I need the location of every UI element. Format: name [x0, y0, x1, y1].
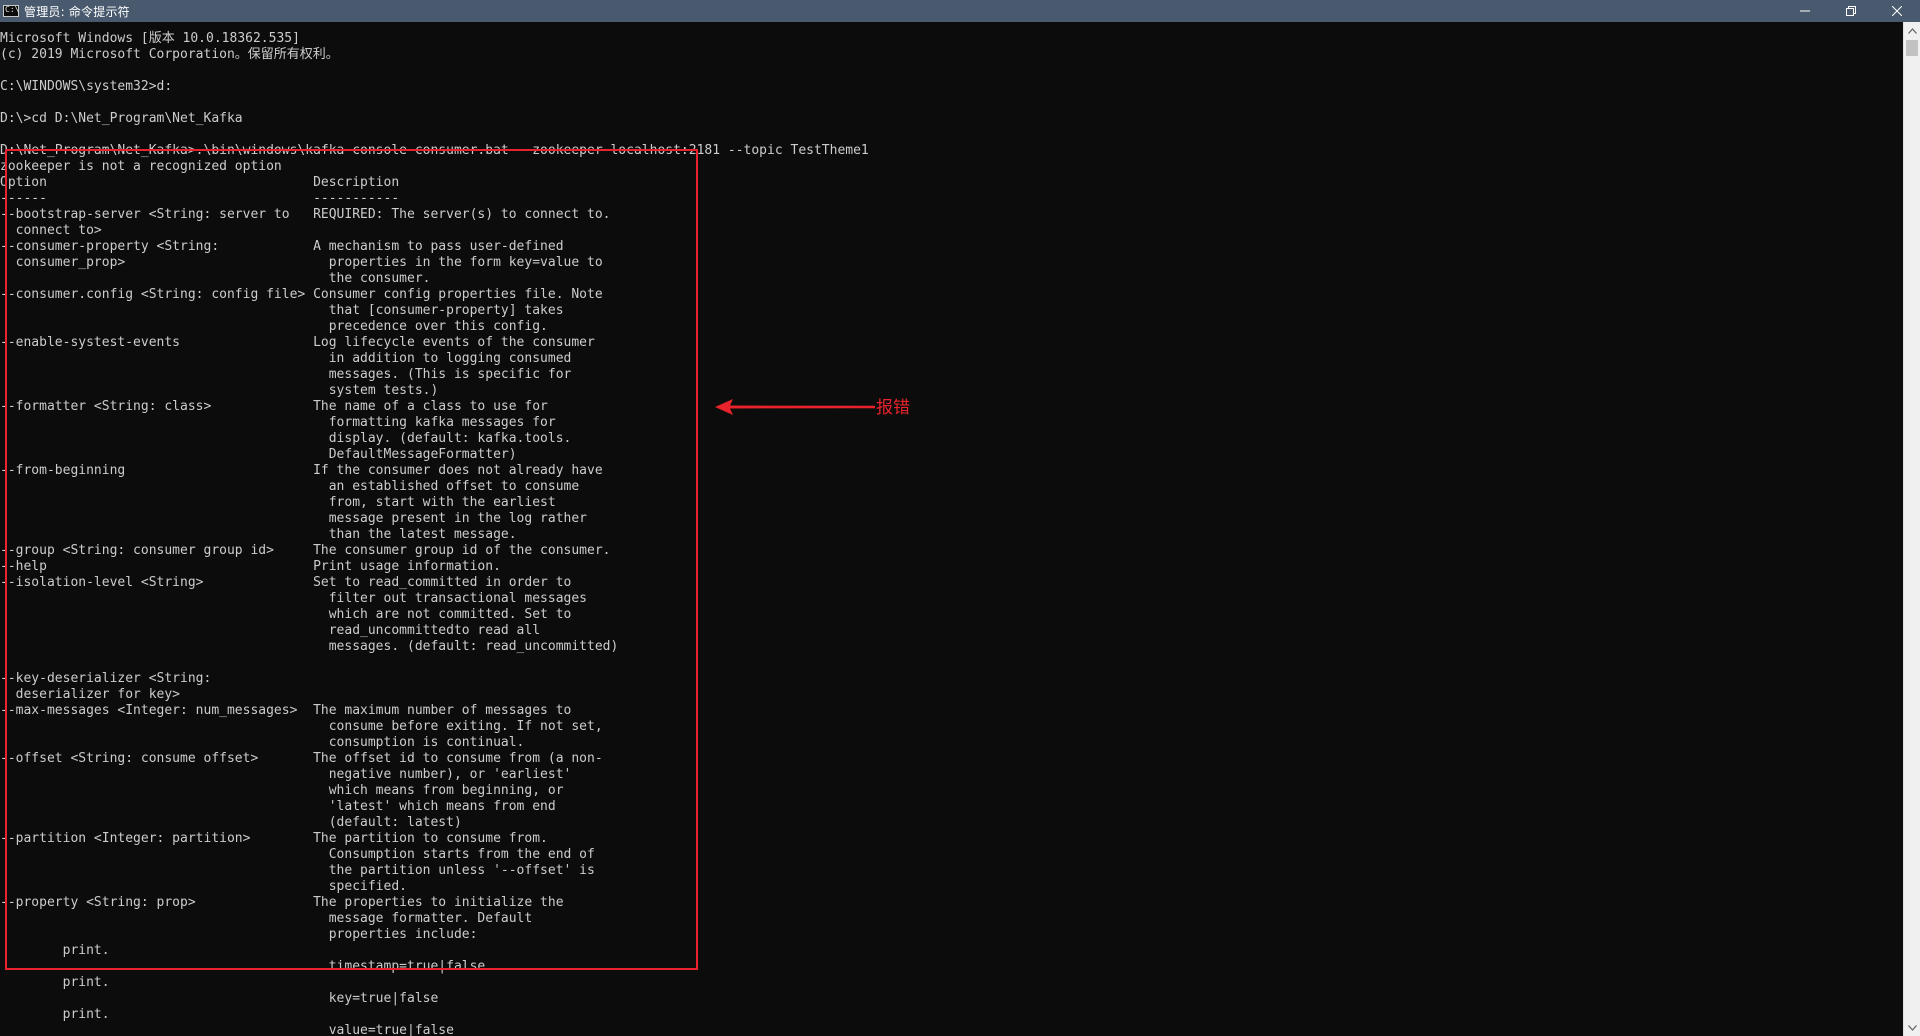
console-line: print.: [0, 1007, 110, 1022]
console-line: from, start with the earliest: [0, 495, 556, 510]
console-line: --from-beginning If the consumer does no…: [0, 463, 603, 478]
console-line: Option Description: [0, 175, 400, 190]
console-line: --partition <Integer: partition> The par…: [0, 831, 548, 846]
console-line: ------ -----------: [0, 191, 400, 206]
console-line: (default: latest): [0, 815, 462, 830]
console-line: value=true|false: [0, 1023, 454, 1036]
console-line: in addition to logging consumed: [0, 351, 572, 366]
console-line: filter out transactional messages: [0, 591, 587, 606]
close-button[interactable]: [1874, 0, 1920, 22]
scroll-down-button[interactable]: [1904, 1019, 1920, 1036]
scroll-thumb[interactable]: [1906, 40, 1918, 56]
console-line: --key-deserializer <String:: [0, 671, 212, 686]
command-prompt-window: C:\ 管理员: 命令提示符 Microsoft Windows [版本 10.…: [0, 0, 1920, 1036]
console-line: properties include:: [0, 927, 478, 942]
console-line: --group <String: consumer group id> The …: [0, 543, 611, 558]
vertical-scrollbar[interactable]: [1903, 22, 1920, 1036]
minimize-button[interactable]: [1782, 0, 1828, 22]
console-line: deserializer for key>: [0, 687, 181, 702]
console-line: Microsoft Windows [版本 10.0.18362.535]: [0, 31, 300, 46]
window-title: 管理员: 命令提示符: [24, 4, 130, 19]
console-line: --max-messages <Integer: num_messages> T…: [0, 703, 572, 718]
minimize-icon: [1800, 10, 1810, 12]
console-line: connect to>: [0, 223, 102, 238]
console-line: an established offset to consume: [0, 479, 580, 494]
console-line: than the latest message.: [0, 527, 517, 542]
console-line: --formatter <String: class> The name of …: [0, 399, 548, 414]
console-line: --consumer-property <String: A mechanism…: [0, 239, 564, 254]
console-line: key=true|false: [0, 991, 439, 1006]
console-line: formatting kafka messages for: [0, 415, 556, 430]
console-line: --offset <String: consume offset> The of…: [0, 751, 603, 766]
cmd-app-icon: C:\: [3, 5, 19, 17]
console-line: --bootstrap-server <String: server to RE…: [0, 207, 611, 222]
console-line: D:\>cd D:\Net_Program\Net_Kafka: [0, 111, 243, 126]
console-line: precedence over this config.: [0, 319, 548, 334]
chevron-up-icon: [1908, 27, 1917, 34]
red-arrow-icon: [715, 399, 875, 415]
console-line: 'latest' which means from end: [0, 799, 556, 814]
console-line: consume before exiting. If not set,: [0, 719, 603, 734]
console-text: Microsoft Windows [版本 10.0.18362.535] (c…: [0, 31, 869, 1036]
console-line: Consumption starts from the end of: [0, 847, 595, 862]
console-line: read_uncommittedto read all: [0, 623, 541, 638]
error-annotation-label: 报错: [876, 398, 910, 418]
close-icon: [1892, 6, 1902, 16]
console-line: system tests.): [0, 383, 439, 398]
console-line: --help Print usage information.: [0, 559, 501, 574]
window-controls: [1782, 0, 1920, 22]
console-line: consumer_prop> properties in the form ke…: [0, 255, 603, 270]
scroll-up-button[interactable]: [1904, 22, 1920, 39]
console-line: messages. (This is specific for: [0, 367, 572, 382]
console-line: which are not committed. Set to: [0, 607, 572, 622]
console-line: (c) 2019 Microsoft Corporation。保留所有权利。: [0, 47, 339, 62]
console-line: specified.: [0, 879, 407, 894]
console-line: zookeeper is not a recognized option: [0, 159, 282, 174]
console-line: D:\Net_Program\Net_Kafka>.\bin\windows\k…: [0, 143, 869, 158]
console-line: C:\WINDOWS\system32>d:: [0, 79, 173, 94]
console-line: negative number), or 'earliest': [0, 767, 572, 782]
console-line: timestamp=true|false: [0, 959, 486, 974]
console-line: the partition unless '--offset' is: [0, 863, 595, 878]
console-line: consumption is continual.: [0, 735, 525, 750]
console-line: --consumer.config <String: config file> …: [0, 287, 603, 302]
title-bar[interactable]: C:\ 管理员: 命令提示符: [0, 0, 1920, 22]
console-line: that [consumer-property] takes: [0, 303, 564, 318]
console-line: --property <String: prop> The properties…: [0, 895, 564, 910]
console-line: message present in the log rather: [0, 511, 587, 526]
console-line: the consumer.: [0, 271, 431, 286]
console-output-area[interactable]: Microsoft Windows [版本 10.0.18362.535] (c…: [0, 22, 1902, 1036]
console-line: message formatter. Default: [0, 911, 533, 926]
console-line: print.: [0, 975, 110, 990]
console-line: print.: [0, 943, 110, 958]
chevron-down-icon: [1908, 1024, 1917, 1031]
console-line: DefaultMessageFormatter): [0, 447, 517, 462]
restore-icon: [1846, 6, 1856, 16]
console-line: display. (default: kafka.tools.: [0, 431, 572, 446]
console-line: --isolation-level <String> Set to read_c…: [0, 575, 572, 590]
cmd-icon-glyph: C:\: [5, 5, 20, 14]
console-line: which means from beginning, or: [0, 783, 564, 798]
console-line: --enable-systest-events Log lifecycle ev…: [0, 335, 595, 350]
restore-button[interactable]: [1828, 0, 1874, 22]
console-line: messages. (default: read_uncommitted): [0, 639, 619, 654]
